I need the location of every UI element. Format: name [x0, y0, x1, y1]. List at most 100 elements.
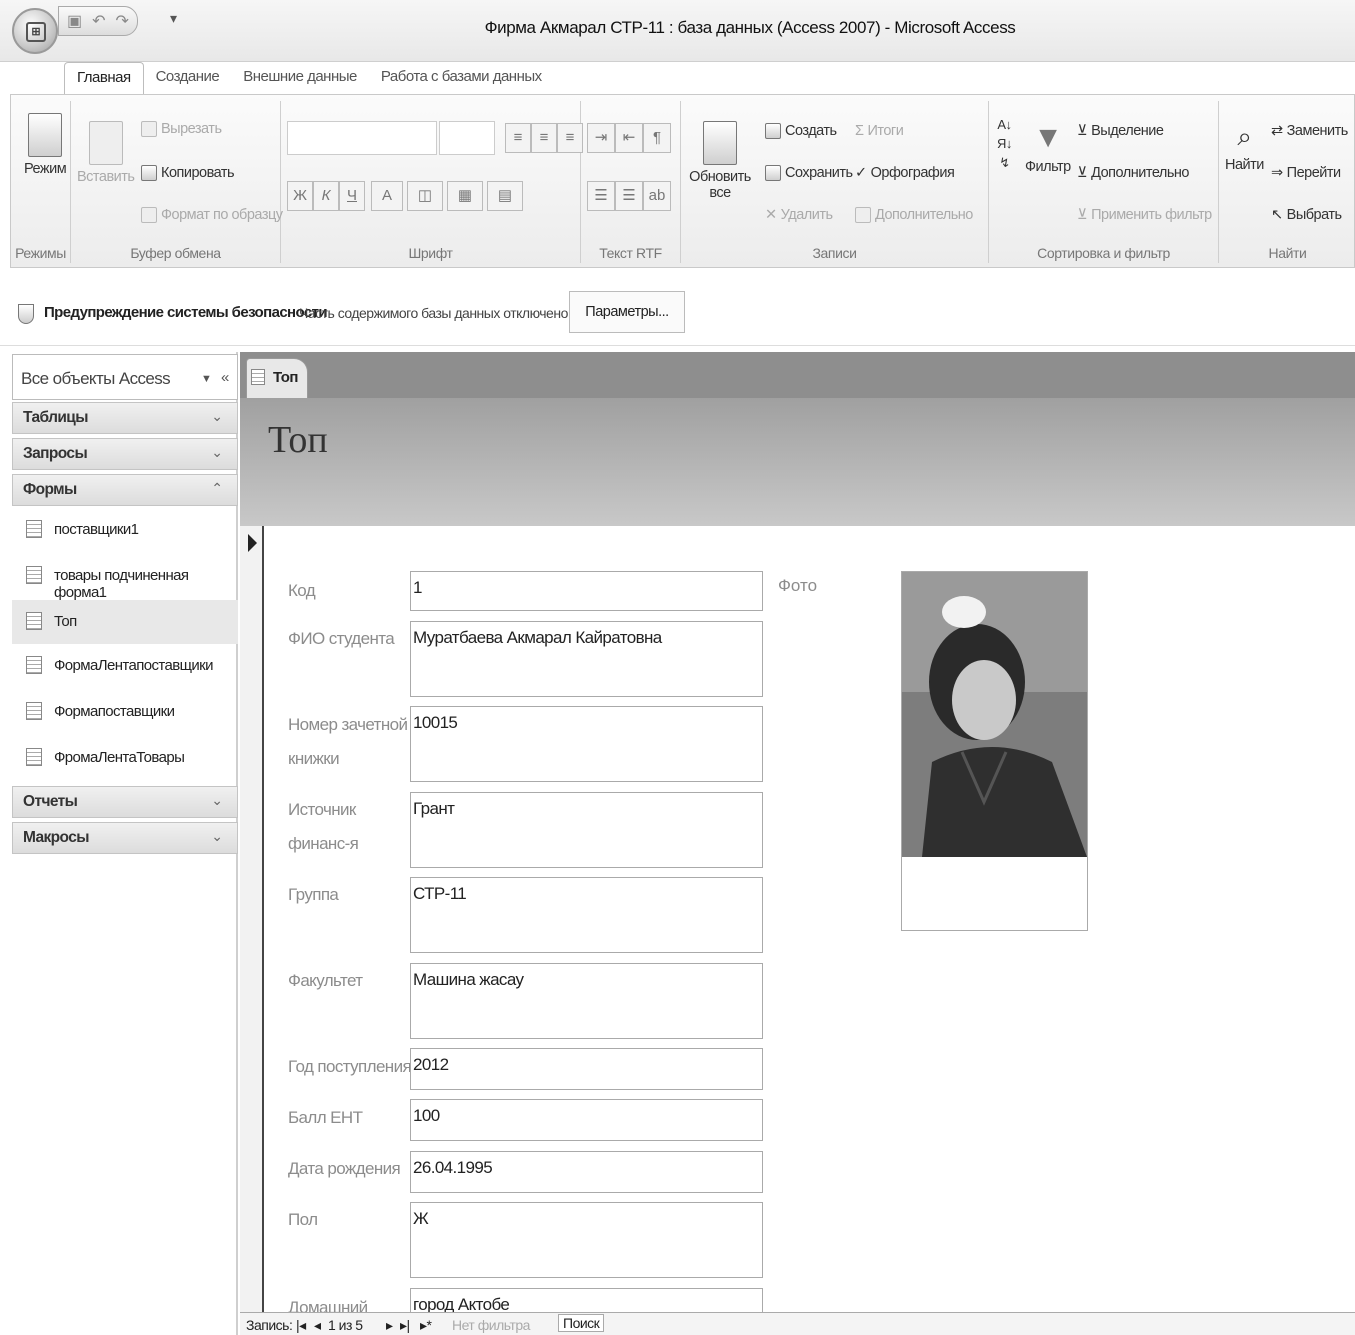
sort-asc-icon[interactable]: A↓ [997, 117, 1012, 132]
group-modes: Режим Режимы [11, 101, 71, 263]
save-icon[interactable]: ▣ [67, 11, 82, 31]
field-funding-source[interactable]: Грант [410, 792, 763, 868]
nav-group-reports[interactable]: Отчеты ⌄ [12, 786, 238, 818]
replace-icon: ⇄ [1271, 123, 1283, 139]
view-button[interactable]: Режим [24, 113, 67, 177]
spelling-button[interactable]: ✓ Орфография [855, 165, 955, 181]
last-record-icon[interactable]: ▸| [400, 1317, 410, 1334]
field-student-name[interactable]: Муратбаева Акмарал Кайратовна [410, 621, 763, 697]
office-button[interactable]: ⊞ [12, 8, 58, 54]
nav-item-form[interactable]: поставщики1 [12, 508, 238, 552]
align-left-icon[interactable]: ≡ [505, 123, 531, 153]
highlight-icon[interactable]: ab [643, 181, 671, 211]
sort-buttons[interactable]: A↓ Я↓ ↯ [997, 117, 1012, 171]
alt-fill-icon[interactable]: ▤ [487, 181, 523, 211]
new-record-button[interactable]: Создать [765, 123, 837, 139]
nav-title: Все объекты Access [21, 369, 171, 388]
copy-button[interactable]: Копировать [141, 165, 235, 181]
search-input[interactable]: Поиск [558, 1314, 605, 1332]
field-record-book-number[interactable]: 10015 [410, 706, 763, 782]
nav-dropdown-icon[interactable]: ▼ [201, 373, 212, 385]
nav-header[interactable]: Все объекты Access ▼ « [12, 354, 238, 400]
record-position[interactable]: 1 из 5 [328, 1317, 363, 1333]
gridlines-icon[interactable]: ▦ [447, 181, 483, 211]
tab-external-data[interactable]: Внешние данные [231, 62, 369, 94]
save-record-button[interactable]: Сохранить [765, 165, 853, 181]
select-button[interactable]: ↖ Выбрать [1271, 207, 1342, 223]
redo-icon[interactable]: ↷ [116, 11, 129, 31]
advanced-filter-button[interactable]: ⊻ Дополнительно [1077, 165, 1189, 181]
next-record-icon[interactable]: ▸ [386, 1317, 393, 1334]
delete-label: Удалить [780, 207, 833, 223]
goto-button[interactable]: ⇒ Перейти [1271, 165, 1341, 181]
undo-icon[interactable]: ↶ [92, 11, 105, 31]
align-center-icon[interactable]: ≡ [531, 123, 557, 153]
field-code[interactable]: 1 [410, 571, 763, 611]
bullets-icon[interactable]: ☰ [587, 181, 615, 211]
nav-item-form[interactable]: ФормаЛентапоставщики [12, 644, 238, 688]
font-size-select[interactable] [439, 121, 495, 155]
customize-qat-icon[interactable]: ▾ [170, 10, 177, 27]
clear-sort-icon[interactable]: ↯ [999, 155, 1010, 171]
tab-home[interactable]: Главная [64, 62, 144, 94]
indent-increase-icon[interactable]: ⇥ [587, 123, 615, 153]
paragraph-icon[interactable]: ¶ [643, 123, 671, 153]
field-ent-score[interactable]: 100 [410, 1099, 763, 1141]
indent-decrease-icon[interactable]: ⇤ [615, 123, 643, 153]
field-birth-date[interactable]: 26.04.1995 [410, 1151, 763, 1193]
filter-button[interactable]: ▼ Фильтр [1025, 121, 1071, 175]
numbering-icon[interactable]: ☰ [615, 181, 643, 211]
replace-button[interactable]: ⇄ Заменить [1271, 123, 1348, 139]
fill-color-icon[interactable]: ◫ [407, 181, 443, 211]
tab-database-tools[interactable]: Работа с базами данных [369, 62, 554, 94]
view-icon [28, 113, 63, 157]
new-record-nav-icon[interactable]: ▸* [420, 1317, 432, 1334]
format-painter-button[interactable]: Формат по образцу [141, 207, 283, 223]
nav-group-macros[interactable]: Макросы ⌄ [12, 822, 238, 854]
nav-item-label: товары подчиненная форма1 [54, 567, 189, 601]
totals-button[interactable]: Σ Итоги [855, 123, 904, 139]
delete-record-button[interactable]: ✕ Удалить [765, 207, 833, 223]
filter-status[interactable]: Нет фильтра [452, 1317, 530, 1333]
nav-group-forms[interactable]: Формы ⌃ [12, 474, 238, 506]
field-gender[interactable]: Ж [410, 1202, 763, 1278]
paste-icon [88, 121, 123, 165]
font-name-select[interactable] [287, 121, 437, 155]
field-faculty[interactable]: Машина жасау [410, 963, 763, 1039]
italic-button[interactable]: К [313, 181, 339, 211]
group-find: ⌕ Найти ⇄ Заменить ⇒ Перейти ↖ Выбрать Найт… [1219, 101, 1355, 263]
document-tab[interactable]: Топ [246, 358, 308, 398]
field-group[interactable]: СТР-11 [410, 877, 763, 953]
group-label-rtf: Текст RTF [599, 245, 662, 261]
prev-record-icon[interactable]: ◂ [314, 1317, 321, 1334]
record-selector[interactable] [240, 526, 264, 1316]
nav-item-form[interactable]: Формапоставщики [12, 690, 238, 734]
selection-button[interactable]: ⊻ Выделение [1077, 123, 1164, 139]
bold-button[interactable]: Ж [287, 181, 313, 211]
cut-button[interactable]: Вырезать [141, 121, 222, 137]
more-records-button[interactable]: Дополнительно [855, 207, 973, 223]
refresh-all-button[interactable]: Обновить все [687, 121, 753, 201]
nav-group-queries[interactable]: Запросы ⌄ [12, 438, 238, 470]
field-enrollment-year[interactable]: 2012 [410, 1048, 763, 1090]
align-right-icon[interactable]: ≡ [557, 123, 583, 153]
nav-item-form[interactable]: товары подчиненная форма1 [12, 554, 238, 601]
new-record-icon [765, 123, 781, 139]
nav-item-form[interactable]: ФромаЛентаТовары [12, 736, 238, 780]
nav-group-tables[interactable]: Таблицы ⌄ [12, 402, 238, 434]
advanced-filter-label: Дополнительно [1091, 165, 1189, 181]
font-color-icon[interactable]: A [371, 181, 403, 211]
navigation-pane: Все объекты Access ▼ « Таблицы ⌄ Запросы ⌄… [12, 352, 238, 1335]
find-button[interactable]: ⌕ Найти [1225, 121, 1264, 173]
photo-field[interactable] [901, 571, 1088, 931]
apply-filter-button[interactable]: ⊻ Применить фильтр [1077, 207, 1212, 223]
collapse-pane-icon[interactable]: « [221, 369, 229, 386]
nav-item-form-selected[interactable]: Топ [12, 600, 238, 644]
goto-label: Перейти [1286, 165, 1341, 181]
underline-button[interactable]: Ч [339, 181, 365, 211]
first-record-icon[interactable]: |◂ [296, 1317, 306, 1334]
options-button[interactable]: Параметры... [569, 291, 685, 333]
tab-create[interactable]: Создание [144, 62, 232, 94]
paste-button[interactable]: Вставить [77, 121, 135, 185]
sort-desc-icon[interactable]: Я↓ [997, 136, 1012, 151]
